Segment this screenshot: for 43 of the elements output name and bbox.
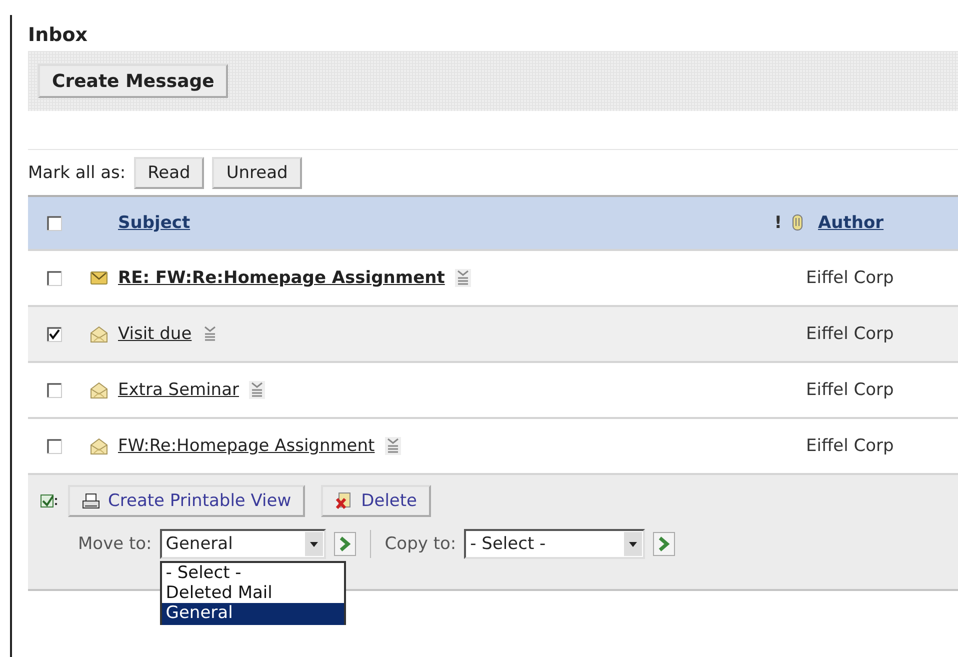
checkbox[interactable] (46, 270, 62, 286)
move-to-label: Move to: (78, 534, 152, 554)
message-link[interactable]: Extra Seminar (118, 380, 239, 400)
page-title: Inbox (28, 23, 89, 48)
caret-icon (304, 532, 323, 556)
open-envelope-icon (90, 438, 108, 454)
author-column-link[interactable]: Author (818, 213, 958, 233)
mark-button[interactable]: Unread (212, 156, 302, 188)
check-all-icon[interactable] (40, 493, 60, 509)
message-link[interactable]: FW:Re:Homepage Assignment (118, 436, 375, 456)
checkbox[interactable] (46, 382, 62, 398)
delete-icon (335, 492, 354, 510)
dropdown-option[interactable]: General (162, 603, 344, 625)
author-cell-text: Eiffel Corp (806, 436, 895, 456)
author-cell-text: Eiffel Corp (806, 380, 895, 400)
envelope-icon (90, 271, 108, 285)
printer-icon (82, 492, 100, 510)
author-cell-text: Eiffel Corp (806, 268, 895, 288)
checkbox[interactable] (46, 216, 62, 230)
author-cell-text: Eiffel Corp (806, 324, 895, 344)
message-link[interactable]: Visit due (118, 324, 192, 344)
open-envelope-icon (90, 326, 108, 342)
copy-to-label: Copy to: (384, 534, 456, 554)
open-envelope-icon (90, 382, 108, 398)
create-message-button[interactable]: Create Message (38, 64, 228, 98)
dropdown-option[interactable]: - Select - (162, 563, 344, 583)
thread-icon[interactable] (249, 381, 265, 399)
dropdown-option[interactable]: Deleted Mail (162, 583, 344, 603)
priority-column-header: ! (774, 213, 782, 233)
subject-column-link[interactable]: Subject (118, 213, 190, 233)
thread-icon[interactable] (454, 269, 471, 287)
thread-icon[interactable] (202, 325, 218, 343)
thread-icon[interactable] (384, 437, 401, 455)
checkbox[interactable] (46, 326, 62, 342)
delete-button[interactable]: Delete (321, 485, 431, 517)
message-link[interactable]: RE: FW:Re:Homepage Assignment (118, 268, 445, 288)
select-field[interactable]: - Select - (464, 529, 646, 559)
caret-icon (624, 532, 642, 556)
create-printable-view-button[interactable]: Create Printable View (68, 485, 306, 517)
mark-button[interactable]: Read (134, 156, 204, 188)
select-field[interactable]: General (160, 529, 326, 559)
mark-all-label: Mark all as: (28, 162, 126, 182)
checkbox[interactable] (46, 438, 62, 454)
